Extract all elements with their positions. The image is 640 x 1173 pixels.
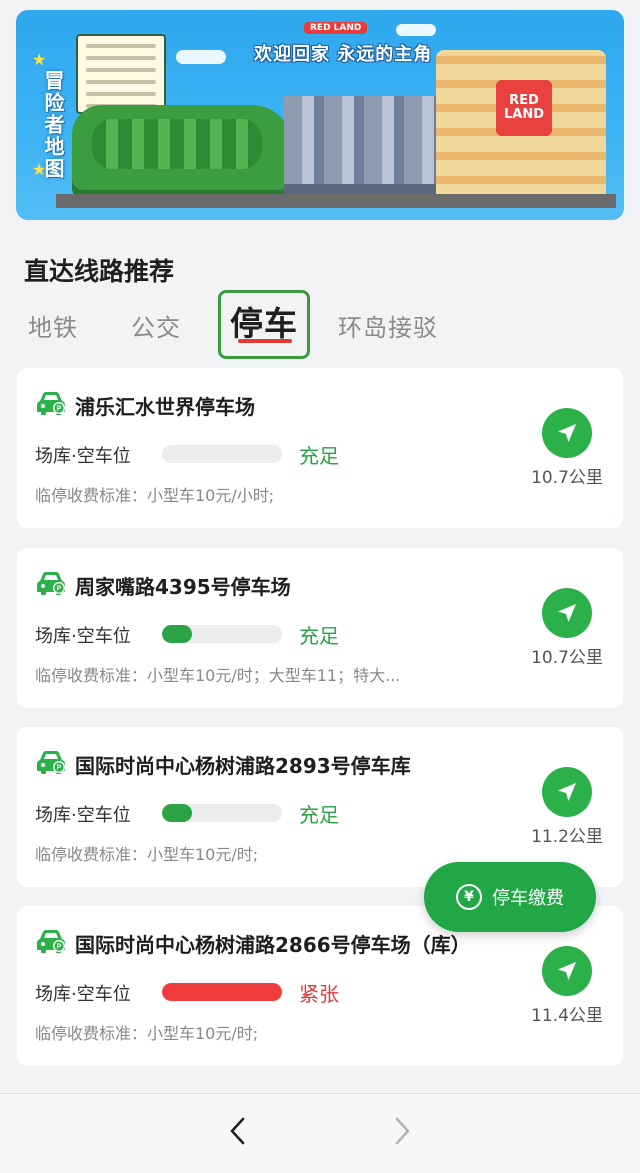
occupancy-bar-fill [162, 983, 282, 1001]
fee-standard: 临停收费标准：小型车10元/时; [35, 1024, 259, 1043]
map-town [284, 96, 444, 196]
availability-status: 充足 [299, 803, 339, 827]
occupancy-bar [162, 625, 282, 643]
distance-label: 11.4公里 [531, 1006, 603, 1026]
distance-label: 10.7公里 [531, 468, 603, 488]
navigation-arrow-icon [558, 962, 576, 980]
parking-name: 周家嘴路4395号停车场 [75, 575, 291, 599]
banner-side-label: 冒险者地图 [41, 70, 65, 180]
navigation-arrow-icon [558, 424, 576, 442]
browser-nav-bar [0, 1093, 640, 1173]
map-island [72, 105, 292, 200]
space-label: 场库·空车位 [35, 984, 131, 1005]
space-label: 场库·空车位 [35, 446, 131, 467]
parking-name: 国际时尚中心杨树浦路2866号停车场（库） [75, 933, 471, 957]
space-label: 场库·空车位 [35, 805, 131, 826]
navigate-button[interactable] [542, 408, 592, 458]
occupancy-bar [162, 804, 282, 822]
chevron-left-icon[interactable] [226, 1116, 250, 1146]
map-banner[interactable]: RED LAND ★ ★ 冒险者地图 RED LAND 欢迎回家 永远的主角 [16, 10, 624, 220]
map-ground [56, 194, 616, 208]
tab-island-shuttle[interactable]: 环岛接驳 [338, 308, 438, 343]
tab-parking[interactable]: 停车 [218, 290, 310, 359]
parking-car-icon: P [37, 930, 65, 953]
parking-payment-button[interactable]: ¥ 停车缴费 [424, 862, 596, 932]
route-tabs: 地铁 公交 停车 环岛接驳 [0, 290, 640, 360]
occupancy-bar [162, 983, 282, 1001]
yen-icon: ¥ [456, 884, 482, 910]
parking-card[interactable]: P 周家嘴路4395号停车场 场库·空车位 充足 临停收费标准：小型车10元/时… [17, 548, 623, 708]
navigate-button[interactable] [542, 588, 592, 638]
parking-car-icon: P [37, 392, 65, 415]
occupancy-bar [162, 445, 282, 463]
occupancy-bar-fill [162, 804, 192, 822]
availability-status: 紧张 [299, 982, 339, 1006]
fee-standard: 临停收费标准：小型车10元/时; [35, 845, 259, 864]
availability-status: 充足 [299, 444, 339, 468]
distance-label: 11.2公里 [531, 827, 603, 847]
svg-text:P: P [57, 944, 62, 951]
tab-parking-label: 停车 [230, 304, 298, 343]
availability-status: 充足 [299, 624, 339, 648]
banner-logo: RED LAND [304, 22, 368, 34]
occupancy-bar-fill [162, 625, 192, 643]
tab-subway[interactable]: 地铁 [28, 308, 78, 343]
section-title: 直达线路推荐 [24, 257, 175, 286]
tab-bus[interactable]: 公交 [131, 308, 181, 343]
parking-name: 浦乐汇水世界停车场 [75, 395, 255, 419]
map-notice-board [76, 34, 166, 114]
fee-standard: 临停收费标准：小型车10元/小时; [35, 486, 275, 505]
distance-label: 10.7公里 [531, 648, 603, 668]
svg-text:P: P [57, 586, 62, 593]
svg-text:P: P [57, 765, 62, 772]
fee-standard: 临停收费标准：小型车10元/时；大型车11；特大... [35, 666, 401, 685]
parking-card[interactable]: P 浦乐汇水世界停车场 场库·空车位 充足 临停收费标准：小型车10元/小时; … [17, 368, 623, 528]
cloud-decoration [396, 24, 436, 36]
navigation-arrow-icon [558, 783, 576, 801]
banner-title: 欢迎回家 永远的主角 [254, 44, 433, 65]
svg-text:P: P [57, 406, 62, 413]
parking-name: 国际时尚中心杨树浦路2893号停车库 [75, 754, 411, 778]
active-tab-indicator [238, 339, 292, 343]
navigate-button[interactable] [542, 767, 592, 817]
chevron-right-icon[interactable] [390, 1116, 414, 1146]
park-logo: RED LAND [496, 80, 552, 136]
space-label: 场库·空车位 [35, 626, 131, 647]
parking-payment-label: 停车缴费 [492, 888, 564, 909]
parking-car-icon: P [37, 751, 65, 774]
navigate-button[interactable] [542, 946, 592, 996]
navigation-arrow-icon [558, 604, 576, 622]
map-park: RED LAND [436, 50, 606, 200]
cloud-decoration [176, 50, 226, 64]
parking-car-icon: P [37, 572, 65, 595]
